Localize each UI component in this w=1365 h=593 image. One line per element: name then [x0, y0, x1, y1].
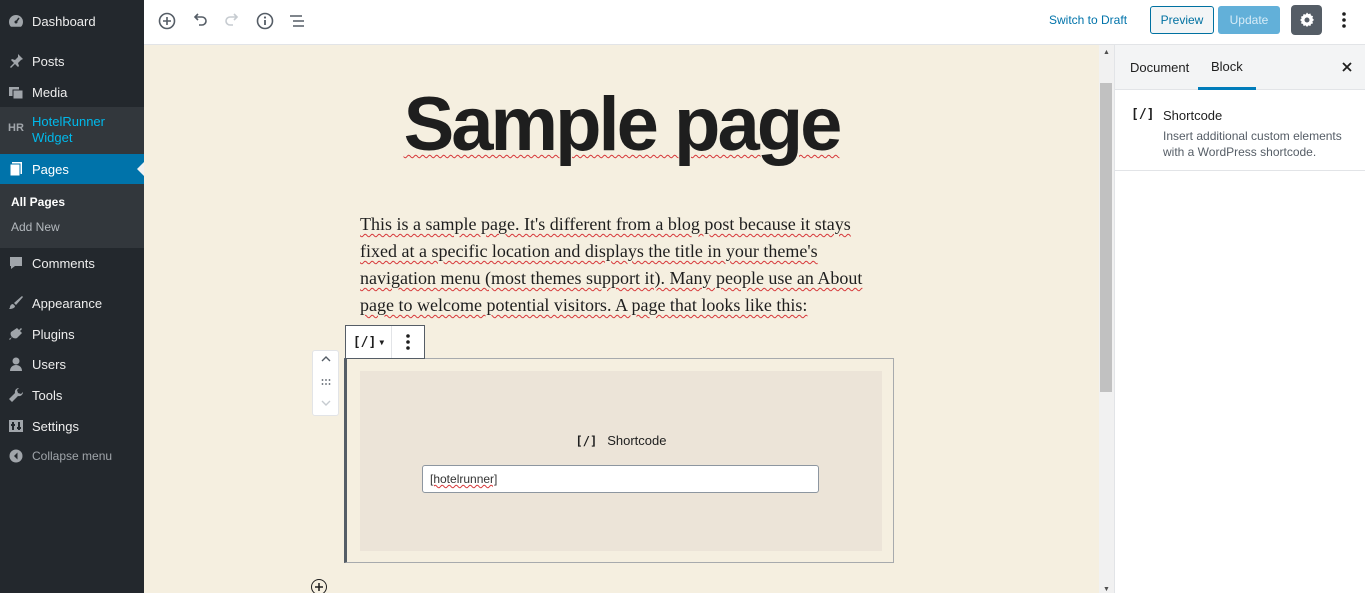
plus-icon — [315, 583, 323, 591]
scroll-down-arrow[interactable]: ▼ — [1100, 583, 1113, 593]
more-vertical-icon — [1342, 12, 1346, 28]
block-navigation-button[interactable] — [283, 9, 311, 33]
chevron-up-icon — [321, 356, 330, 362]
comment-icon — [8, 255, 24, 271]
shortcode-label-text: Shortcode — [607, 433, 667, 448]
chevron-down-icon — [321, 400, 330, 406]
dashboard-icon — [8, 13, 24, 29]
collapse-menu-label: Collapse menu — [32, 449, 113, 463]
switch-to-draft-link[interactable]: Switch to Draft — [1049, 13, 1127, 27]
shortcode-input[interactable]: [hotelrunner] — [422, 465, 819, 493]
close-sidebar-button[interactable] — [1339, 59, 1355, 75]
pin-icon — [8, 53, 24, 69]
menu-pages-label: Pages — [32, 161, 69, 177]
block-card-title: Shortcode — [1163, 108, 1223, 123]
submenu-add-new[interactable]: Add New — [0, 215, 144, 240]
more-vertical-icon — [406, 334, 410, 350]
move-down-button[interactable] — [321, 398, 331, 412]
menu-users[interactable]: Users — [0, 349, 144, 379]
menu-comments-label: Comments — [32, 255, 95, 271]
redo-button[interactable] — [218, 9, 246, 33]
menu-dashboard-label: Dashboard — [32, 13, 96, 29]
menu-appearance-label: Appearance — [32, 295, 103, 311]
media-icon — [8, 84, 24, 100]
undo-button[interactable] — [186, 9, 214, 33]
preview-button[interactable]: Preview — [1150, 6, 1214, 34]
page-title[interactable]: Sample page — [144, 81, 1099, 168]
caret-down-icon: ▼ — [379, 337, 385, 347]
shortcode-label: [/] Shortcode — [360, 433, 882, 448]
move-up-button[interactable] — [321, 354, 331, 368]
settings-sidebar: Document Block [/] Shortcode Insert addi… — [1114, 45, 1365, 593]
block-switcher-button[interactable]: [/] ▼ — [346, 326, 392, 358]
block-more-options-button[interactable] — [392, 326, 424, 358]
block-card: [/] Shortcode Insert additional custom e… — [1115, 90, 1365, 171]
admin-sidebar: Dashboard Posts Media HR HotelRunner Wid… — [0, 0, 144, 593]
shortcode-input-value: [hotelrunner] — [430, 472, 498, 486]
more-menu-button[interactable] — [1334, 8, 1354, 32]
menu-media[interactable]: Media — [0, 77, 144, 107]
drag-handle[interactable] — [321, 376, 331, 390]
shortcode-icon: [/] — [1131, 107, 1155, 122]
gear-icon — [1299, 12, 1314, 27]
wrench-icon — [8, 387, 24, 403]
settings-button[interactable] — [1291, 5, 1322, 35]
menu-users-label: Users — [32, 356, 66, 372]
menu-comments[interactable]: Comments — [0, 248, 144, 278]
user-icon — [8, 356, 24, 372]
block-mover — [312, 350, 339, 416]
add-block-button[interactable] — [153, 9, 181, 33]
menu-hotelrunner-widget[interactable]: HR HotelRunner Widget — [0, 107, 144, 154]
pages-icon — [8, 161, 24, 177]
undo-icon — [193, 13, 207, 26]
menu-hotelrunner-label: HotelRunner Widget — [32, 114, 105, 145]
collapse-menu-button[interactable]: Collapse menu — [0, 441, 144, 471]
redo-icon — [225, 13, 239, 26]
info-icon — [256, 12, 274, 30]
shortcode-block[interactable]: [/] Shortcode [hotelrunner] — [344, 358, 894, 563]
collapse-icon — [8, 448, 24, 464]
update-button[interactable]: Update — [1218, 6, 1280, 34]
drag-handle-icon — [321, 379, 330, 385]
menu-tools[interactable]: Tools — [0, 380, 144, 410]
shortcode-icon: [/] — [575, 433, 598, 448]
sidebar-tabs: Document Block — [1115, 45, 1365, 90]
menu-dashboard[interactable]: Dashboard — [0, 6, 144, 36]
block-toolbar: [/] ▼ — [345, 325, 425, 359]
menu-settings-label: Settings — [32, 418, 79, 434]
paragraph-block[interactable]: This is a sample page. It's different fr… — [360, 211, 890, 323]
info-button[interactable] — [251, 9, 279, 33]
menu-plugins[interactable]: Plugins — [0, 319, 144, 349]
pages-submenu: All Pages Add New — [0, 184, 144, 248]
menu-posts[interactable]: Posts — [0, 46, 144, 76]
brush-icon — [8, 295, 24, 311]
list-icon — [290, 15, 304, 27]
editor-canvas: Sample page This is a sample page. It's … — [144, 45, 1099, 593]
menu-appearance[interactable]: Appearance — [0, 288, 144, 318]
menu-settings[interactable]: Settings — [0, 411, 144, 441]
menu-tools-label: Tools — [32, 387, 63, 403]
menu-plugins-label: Plugins — [32, 326, 75, 342]
block-card-description: Insert additional custom elements with a… — [1163, 129, 1342, 159]
shortcode-placeholder: [/] Shortcode [hotelrunner] — [360, 371, 882, 551]
block-type-icon: [/] — [352, 334, 377, 350]
plus-circle-icon — [158, 12, 176, 30]
plug-icon — [8, 326, 24, 342]
menu-posts-label: Posts — [32, 53, 65, 69]
submenu-all-pages[interactable]: All Pages — [0, 190, 144, 215]
menu-media-label: Media — [32, 84, 68, 100]
scrollbar-thumb[interactable] — [1100, 83, 1112, 392]
hr-logo-icon: HR — [8, 122, 24, 134]
tab-block[interactable]: Block — [1198, 45, 1256, 90]
editor-header: Switch to Draft Preview Update — [144, 0, 1365, 45]
tab-document[interactable]: Document — [1130, 45, 1189, 90]
menu-pages[interactable]: Pages — [0, 154, 144, 184]
scroll-up-arrow[interactable]: ▲ — [1100, 46, 1113, 58]
settings-icon — [8, 418, 24, 434]
close-icon — [1342, 62, 1352, 72]
inserter-button[interactable] — [311, 579, 327, 593]
